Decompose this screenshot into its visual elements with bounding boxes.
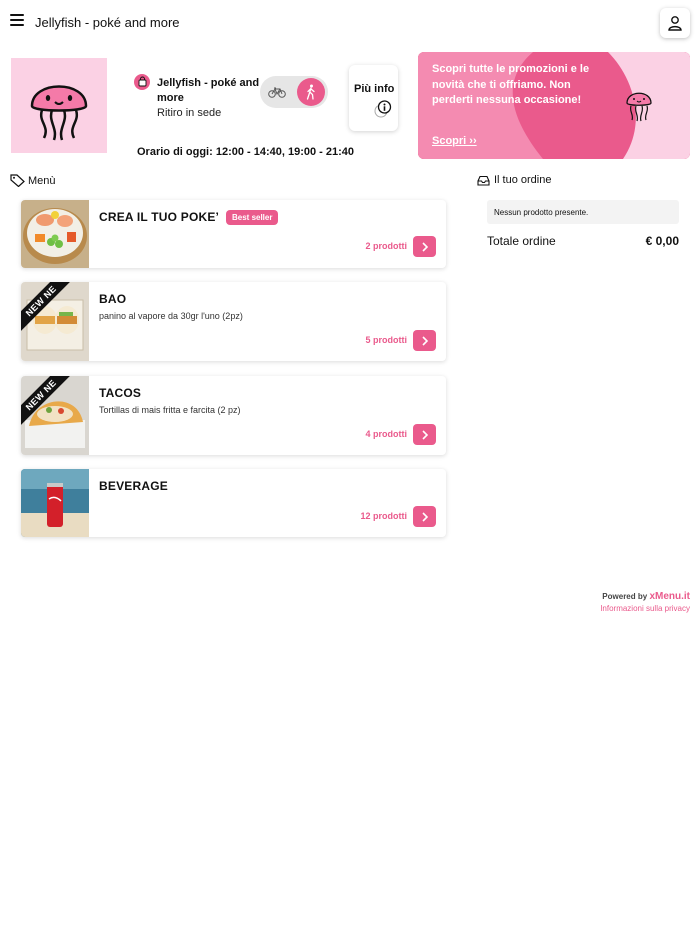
restaurant-logo	[11, 58, 107, 153]
inbox-icon	[477, 175, 490, 186]
product-count: 2 prodotti	[365, 241, 408, 251]
restaurant-name: Jellyfish - poké and more	[157, 77, 260, 104]
menu-category-card[interactable]: NEW NE BAO panino al vapore da 30gr l'un…	[21, 282, 446, 361]
beverage-image	[21, 469, 89, 537]
product-count: 5 prodotti	[365, 335, 408, 345]
category-title: BAO	[99, 292, 127, 306]
walk-option[interactable]	[297, 78, 325, 106]
bike-icon	[268, 87, 286, 98]
category-title: BEVERAGE	[99, 479, 168, 493]
category-title: CREA IL TUO POKE’	[99, 210, 220, 224]
info-icon	[374, 100, 392, 118]
chevron-right-icon	[421, 335, 428, 346]
bao-image: NEW NE	[21, 282, 89, 361]
tacos-image: NEW NE	[21, 376, 89, 455]
open-category-button[interactable]	[413, 236, 436, 257]
powered-by-brand-link[interactable]: xMenu.it	[649, 591, 690, 602]
more-info-button[interactable]: Più info	[349, 65, 398, 131]
top-header: Jellyfish - poké and more	[0, 0, 700, 44]
jellyfish-logo-icon	[30, 84, 88, 140]
chevron-right-icon	[421, 241, 428, 252]
open-category-button[interactable]	[413, 330, 436, 351]
more-info-label: Più info	[354, 83, 395, 95]
chevron-right-icon	[421, 429, 428, 440]
category-description: panino al vapore da 30gr l'uno (2pz)	[99, 311, 243, 321]
promo-discover-link[interactable]: Scopri ››	[432, 135, 477, 147]
powered-by: Powered by xMenu.it	[602, 591, 690, 602]
best-seller-badge: Best seller	[226, 210, 279, 225]
tag-icon	[10, 174, 25, 187]
privacy-link[interactable]: Informazioni sulla privacy	[600, 604, 690, 613]
shopping-bag-icon	[134, 74, 150, 90]
product-count: 4 prodotti	[365, 429, 408, 439]
order-heading-label: Il tuo ordine	[494, 174, 552, 186]
order-heading: Il tuo ordine	[477, 174, 551, 186]
delivery-mode-toggle[interactable]	[260, 76, 328, 108]
order-total-value: € 0,00	[645, 234, 679, 248]
user-icon	[668, 16, 682, 31]
order-total-label: Totale ordine	[487, 234, 556, 248]
menu-heading: Menù	[10, 174, 56, 187]
menu-category-card[interactable]: BEVERAGE 12 prodotti	[21, 469, 446, 537]
empty-order-message: Nessun prodotto presente.	[487, 200, 679, 224]
promo-banner[interactable]: Scopri tutte le promozioni e le novità c…	[418, 52, 690, 159]
category-description: Tortillas di mais fritta e farcita (2 pz…	[99, 405, 241, 415]
bike-option[interactable]	[263, 78, 291, 106]
category-title: TACOS	[99, 386, 142, 400]
walk-icon	[306, 84, 315, 100]
opening-hours: Orario di oggi: 12:00 - 14:40, 19:00 - 2…	[137, 146, 355, 158]
app-title: Jellyfish - poké and more	[35, 15, 180, 30]
menu-category-card[interactable]: CREA IL TUO POKE’ Best seller 2 prodotti	[21, 200, 446, 268]
user-account-button[interactable]	[660, 8, 690, 38]
open-category-button[interactable]	[413, 506, 436, 527]
promo-text: Scopri tutte le promozioni e le novità c…	[432, 63, 590, 106]
open-category-button[interactable]	[413, 424, 436, 445]
chevron-right-icon	[421, 511, 428, 522]
menu-category-card[interactable]: NEW NE TACOS Tortillas di mais fritta e …	[21, 376, 446, 455]
jellyfish-small-icon	[626, 92, 652, 122]
order-mode-label: Ritiro in sede	[157, 107, 222, 119]
hamburger-icon[interactable]	[10, 14, 24, 28]
menu-heading-label: Menù	[28, 174, 56, 187]
product-count: 12 prodotti	[360, 511, 408, 521]
poke-bowl-image	[21, 200, 89, 268]
powered-by-prefix: Powered by	[602, 592, 648, 601]
